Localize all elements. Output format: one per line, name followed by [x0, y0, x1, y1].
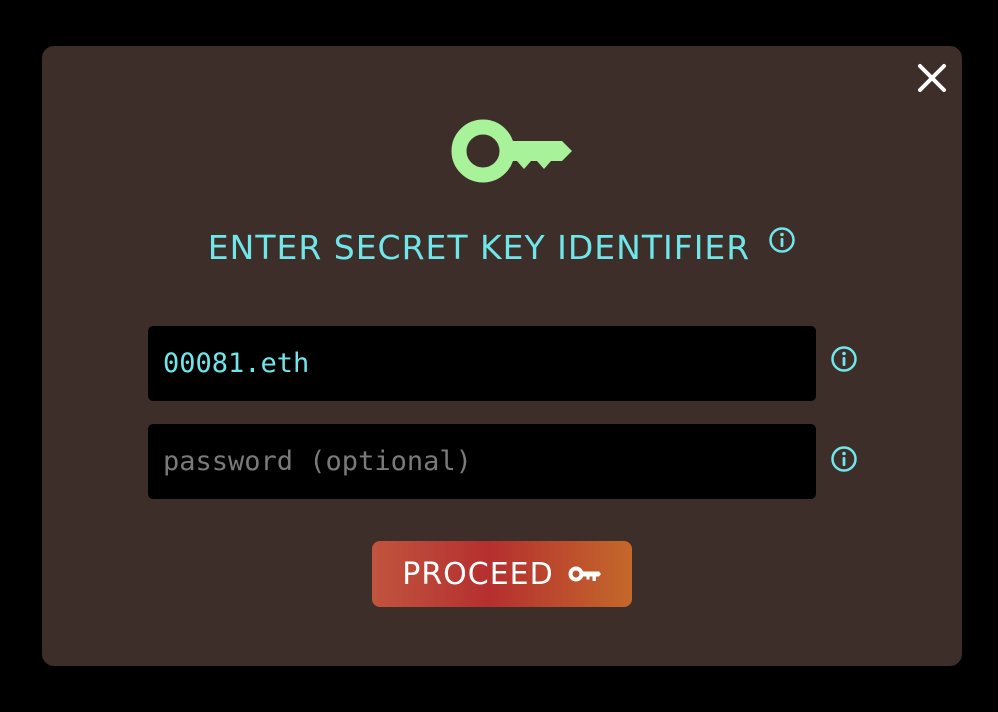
key-icon: [451, 119, 572, 183]
info-icon[interactable]: [830, 445, 858, 473]
secret-key-dialog: ENTER SECRET KEY IDENTIFIER PROCEED: [42, 46, 962, 666]
info-icon[interactable]: [830, 345, 858, 373]
key-icon: [568, 566, 601, 582]
dialog-title: ENTER SECRET KEY IDENTIFIER: [207, 228, 751, 267]
info-icon[interactable]: [768, 226, 796, 254]
close-button[interactable]: [914, 60, 950, 96]
identifier-input[interactable]: [148, 326, 816, 401]
password-input[interactable]: [148, 424, 816, 499]
title-row: ENTER SECRET KEY IDENTIFIER: [42, 226, 962, 278]
close-icon: [918, 64, 946, 92]
proceed-button[interactable]: PROCEED: [372, 541, 632, 607]
proceed-label: PROCEED: [402, 556, 554, 592]
